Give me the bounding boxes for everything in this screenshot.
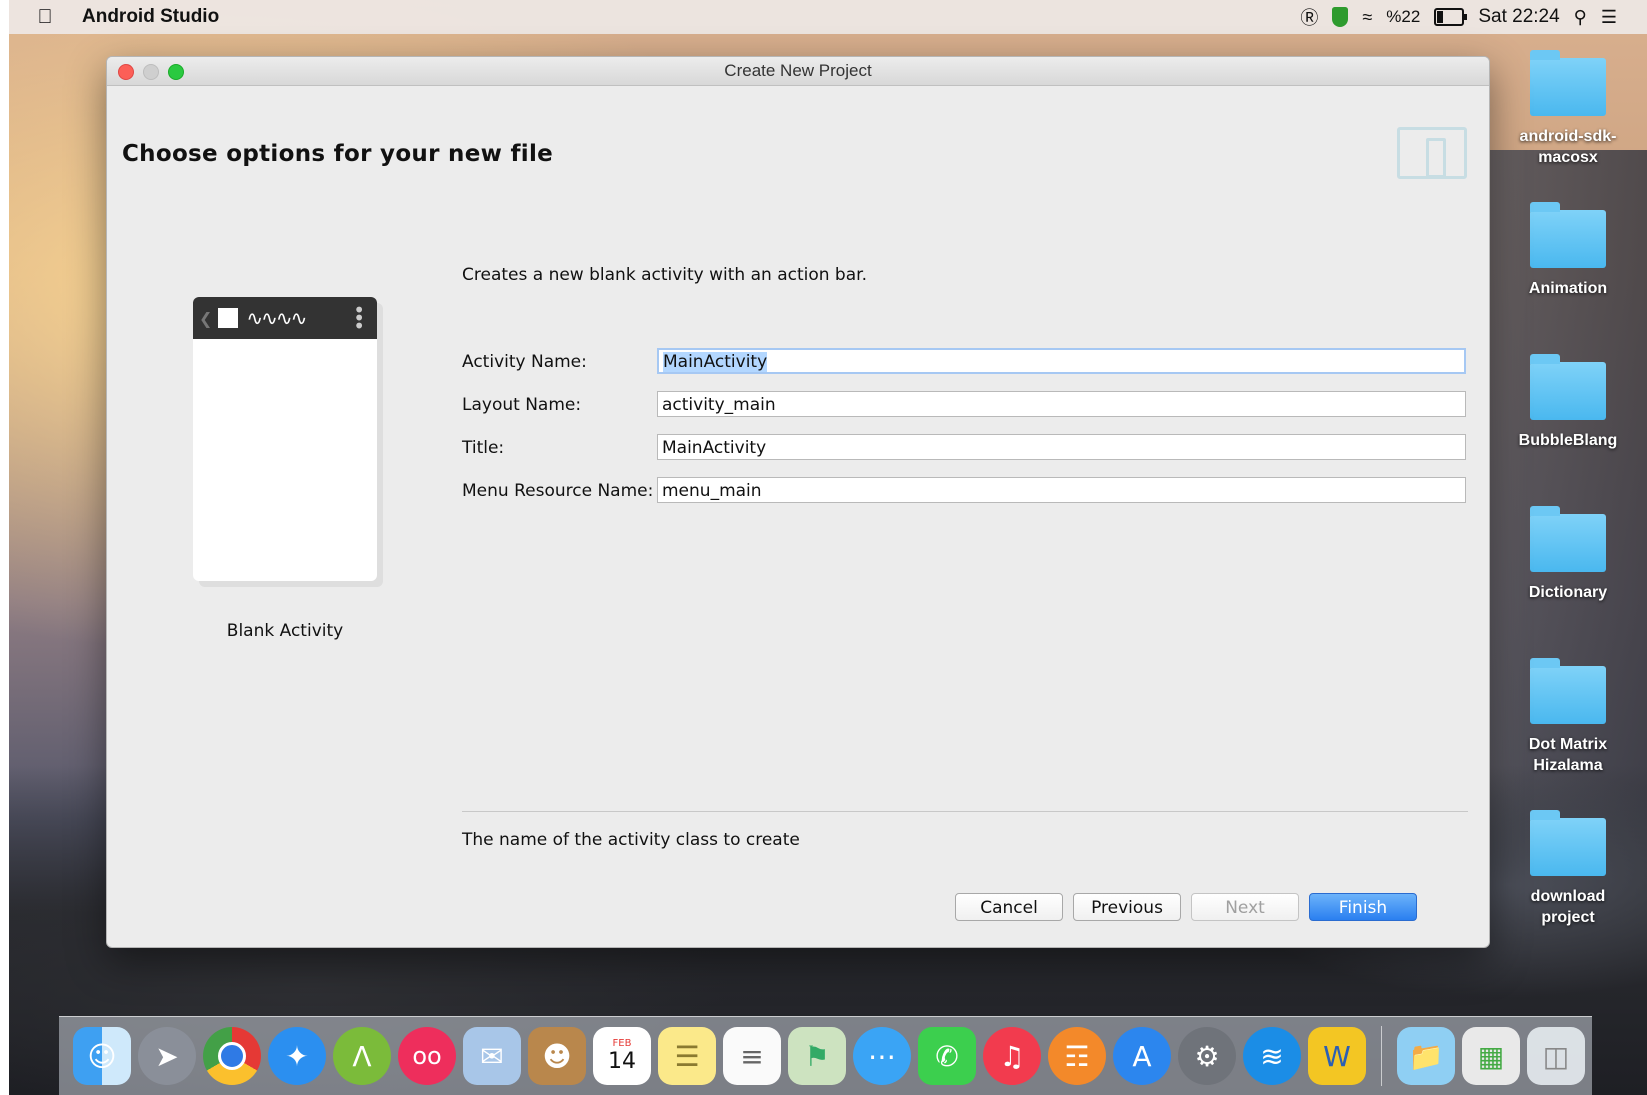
ibooks-icon[interactable]: ☶ [1048,1027,1106,1085]
system-preferences-icon[interactable]: ⚙ [1178,1027,1236,1085]
overflow-menu-icon: • • • [353,298,365,338]
contacts-icon[interactable]: ☻ [528,1027,586,1085]
finder-icon[interactable]: ☺ [73,1027,131,1085]
devices-icon [1397,127,1467,179]
app-icon-placeholder [218,308,239,328]
calendar-icon[interactable]: FEB 14 [593,1027,651,1085]
desktop-folder-label: BubbleBlang [1518,432,1618,449]
desktop-folder-label: android-sdk-macosx [1519,128,1617,166]
next-button[interactable]: Next [1191,893,1299,921]
safari-icon[interactable]: ✦ [268,1027,326,1085]
calendar-month: FEB [612,1038,632,1049]
desktop-folder[interactable]: Animation [1505,202,1631,299]
flickr-icon[interactable]: oo [398,1027,456,1085]
folder-icon [1530,658,1606,724]
title-squiggle-icon: ∿∿∿∿ [246,306,307,330]
activity-name-input[interactable]: MainActivity [657,348,1466,374]
maps-icon[interactable]: ⚑ [788,1027,846,1085]
desktop-folder[interactable]: download project [1505,810,1631,928]
notification-list-icon[interactable]: ☰ [1601,7,1617,28]
desktop-folder[interactable]: android-sdk-macosx [1505,50,1631,168]
battery-fill [1437,11,1444,23]
notes-icon[interactable]: ☰ [658,1027,716,1085]
battery-percent: %22 [1386,7,1421,26]
menu-resource-name-input[interactable]: menu_main [657,477,1466,503]
skype-icon[interactable]: ≋ [1243,1027,1301,1085]
wifi-icon[interactable]: ≈ [1362,7,1372,28]
activity-name-label: Activity Name: [462,352,587,372]
activity-name-value: MainActivity [663,352,768,372]
mail-icon[interactable]: ✉ [463,1027,521,1085]
menu-resource-name-label: Menu Resource Name: [462,481,654,501]
launchpad-icon[interactable]: ➤ [138,1027,196,1085]
trash-icon[interactable]: ◫ [1527,1027,1585,1085]
desktop-folder[interactable]: Dot Matrix Hizalama [1505,658,1631,776]
title-input[interactable]: MainActivity [657,434,1466,460]
template-preview: ❮ ∿∿∿∿ • • • [193,297,377,581]
facetime-icon[interactable]: ✆ [918,1027,976,1085]
create-new-project-window: Create New Project Choose options for yo… [106,56,1490,948]
documents-stack-icon[interactable]: ▦ [1462,1027,1520,1085]
spotlight-search-icon[interactable]: ⚲ [1574,7,1587,28]
help-separator [462,811,1468,812]
page-title: Choose options for your new file [122,141,554,167]
desktop-folder[interactable]: Dictionary [1505,506,1631,603]
status-area: Ⓡ ≈ %22 Sat 22:24 ⚲ ☰ [1300,4,1617,30]
layout-name-label: Layout Name: [462,395,582,415]
folder-icon [1530,50,1606,116]
desktop-folder-label: Dictionary [1528,584,1608,601]
folder-icon [1530,810,1606,876]
desktop-folder-label: Animation [1528,280,1608,297]
zoom-window-button[interactable] [168,64,184,80]
android-studio-icon[interactable]: Λ [333,1027,391,1085]
itunes-icon[interactable]: ♫ [983,1027,1041,1085]
dock-separator [1381,1026,1382,1086]
dock: ☺ ➤ ✦ Λ oo ✉ ☻ FEB 14 ☰ ≡ ⚑ ⋯ ✆ ♫ ☶ A ⚙ … [59,1016,1592,1095]
template-description: Creates a new blank activity with an act… [462,265,867,285]
reminders-icon[interactable]: ≡ [723,1027,781,1085]
webcode-icon[interactable]: W [1308,1027,1366,1085]
chrome-center [218,1042,246,1070]
close-window-button[interactable] [118,64,134,80]
desktop-folder-label: Dot Matrix Hizalama [1528,736,1608,774]
battery-icon[interactable] [1434,8,1468,26]
field-help-text: The name of the activity class to create [462,830,800,850]
template-name: Blank Activity [226,621,344,641]
preview-action-bar: ❮ ∿∿∿∿ • • • [193,297,377,339]
chrome-icon[interactable] [203,1027,261,1085]
window-titlebar[interactable]: Create New Project [107,57,1489,86]
folder-icon [1530,354,1606,420]
downloads-folder-icon[interactable]: 📁 [1397,1027,1455,1085]
window-title: Create New Project [724,61,872,80]
menubar-clock[interactable]: Sat 22:24 [1478,6,1559,28]
app-menu-name[interactable]: Android Studio [82,6,219,28]
finish-button[interactable]: Finish [1309,893,1417,921]
cancel-button[interactable]: Cancel [955,893,1063,921]
d-status-icon[interactable]: Ⓡ [1300,4,1318,30]
messages-icon[interactable]: ⋯ [853,1027,911,1085]
menu-bar:  Android Studio Ⓡ ≈ %22 Sat 22:24 ⚲ ☰ [9,0,1647,34]
desktop-folder-label: download project [1530,888,1606,926]
app-store-icon[interactable]: A [1113,1027,1171,1085]
previous-button[interactable]: Previous [1073,893,1181,921]
folder-icon [1530,202,1606,268]
calendar-day: 14 [608,1049,636,1074]
folder-icon [1530,506,1606,572]
desktop-folder[interactable]: BubbleBlang [1505,354,1631,451]
minimize-window-button[interactable] [143,64,159,80]
shield-icon[interactable] [1332,7,1349,27]
title-label: Title: [462,438,505,458]
apple-icon[interactable]:  [34,6,56,29]
back-chevron-icon: ❮ [199,308,213,328]
layout-name-input[interactable]: activity_main [657,391,1466,417]
